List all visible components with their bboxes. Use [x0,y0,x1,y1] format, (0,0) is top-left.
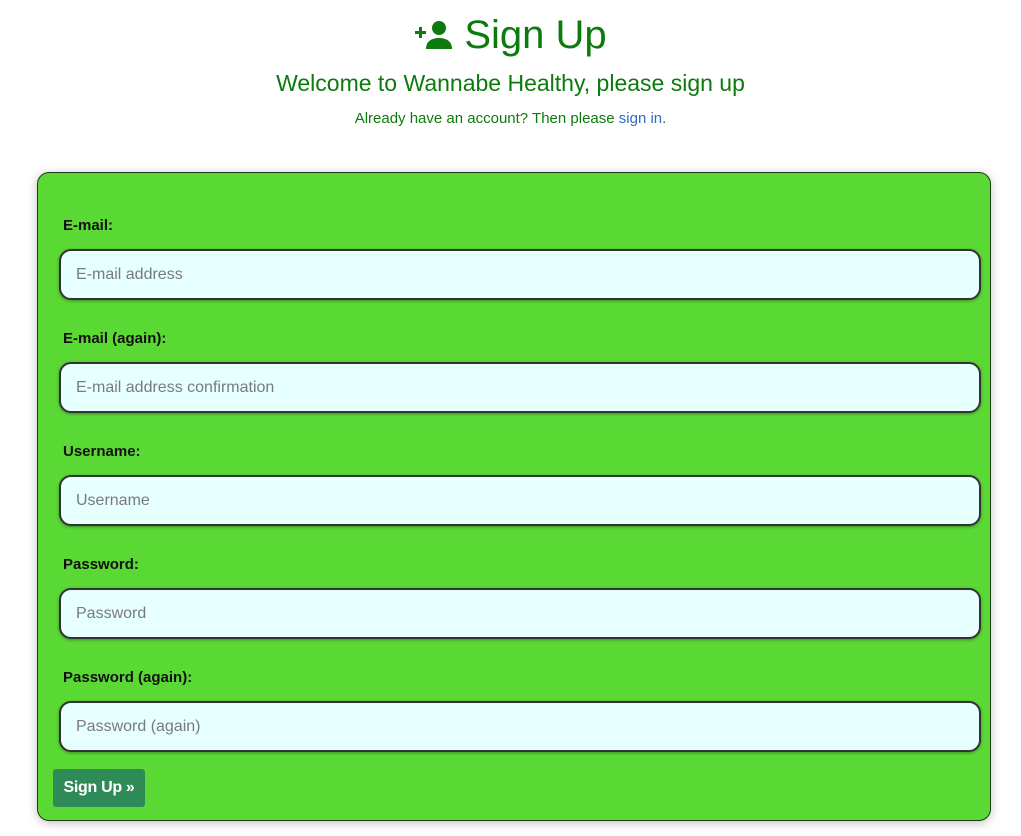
password-field[interactable] [59,588,981,639]
email-confirm-field[interactable] [59,362,981,413]
page-title: Sign Up [464,13,607,57]
password-confirm-field[interactable] [59,701,981,752]
title-row: Sign Up [0,12,1021,58]
password-label: Password: [63,556,139,573]
email-field[interactable] [59,249,981,300]
username-field[interactable] [59,475,981,526]
signin-suffix-text: . [662,110,667,127]
email-confirm-label: E-mail (again): [63,330,167,347]
page-subtitle: Welcome to Wannabe Healthy, please sign … [276,70,745,96]
email-label: E-mail: [63,217,114,234]
signin-prompt: Already have an account? Then please sig… [0,109,1021,129]
signup-button[interactable]: Sign Up » [53,769,145,807]
username-label: Username: [63,443,141,460]
signup-form: E-mail: E-mail (again): Username: Passwo… [37,172,991,821]
signin-prefix-text: Already have an account? Then please [354,110,615,127]
user-plus-icon [415,21,453,49]
signin-link[interactable]: sign in [619,110,662,127]
password-confirm-label: Password (again): [63,669,193,686]
